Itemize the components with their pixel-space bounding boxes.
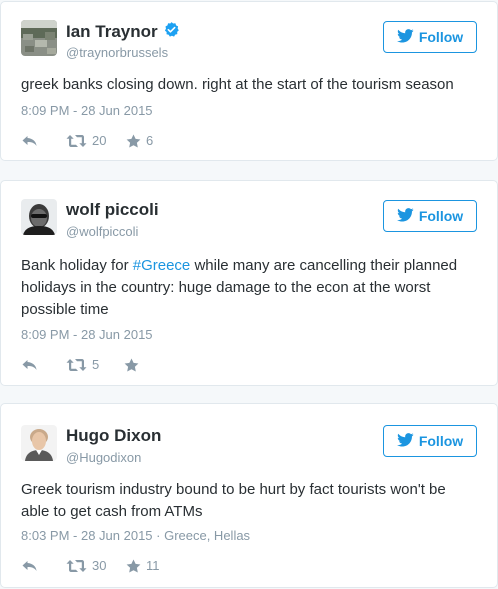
star-icon: [126, 134, 141, 148]
user-handle[interactable]: @wolfpiccoli: [66, 224, 138, 239]
retweet-icon: [66, 358, 87, 372]
user-name-text[interactable]: Hugo Dixon: [66, 426, 161, 446]
verified-badge-icon: [163, 21, 180, 43]
reply-icon: [21, 134, 38, 148]
avatar[interactable]: [21, 425, 57, 461]
avatar[interactable]: [21, 20, 57, 56]
tweet-timestamp[interactable]: 8:09 PM - 28 Jun 2015: [21, 103, 153, 118]
user-handle[interactable]: @Hugodixon: [66, 450, 141, 465]
tweet-text: greek banks closing down. right at the s…: [21, 76, 454, 93]
retweet-button[interactable]: 20: [66, 133, 126, 148]
star-icon: [126, 559, 141, 573]
user-name[interactable]: Hugo Dixon: [66, 426, 161, 446]
retweet-icon: [66, 134, 87, 148]
follow-label: Follow: [418, 29, 464, 45]
tweet-text-part: Bank holiday for: [21, 257, 133, 274]
user-name-text[interactable]: Ian Traynor: [66, 22, 158, 42]
follow-button[interactable]: Follow: [383, 21, 477, 53]
twitter-bird-icon: [396, 432, 414, 450]
star-icon: [124, 358, 139, 372]
favorite-count: 11: [146, 558, 160, 573]
reply-button[interactable]: [21, 358, 38, 372]
avatar[interactable]: [21, 199, 57, 235]
tweet-text: Bank holiday for #Greece while many are …: [21, 255, 477, 321]
user-name-text[interactable]: wolf piccoli: [66, 200, 159, 220]
tweet-card: Hugo Dixon @Hugodixon Follow Greek touri…: [0, 403, 498, 588]
reply-button[interactable]: [21, 134, 38, 148]
follow-label: Follow: [418, 433, 464, 449]
tweet-card: Ian Traynor @traynorbrussels Follow gree…: [0, 1, 498, 161]
tweet-actions: 30 11: [21, 558, 160, 573]
tweet-actions: 5: [21, 357, 144, 372]
favorite-count: 6: [146, 133, 154, 148]
tweet-timestamp[interactable]: 8:09 PM - 28 Jun 2015: [21, 327, 153, 342]
user-name[interactable]: Ian Traynor: [66, 21, 180, 43]
follow-button[interactable]: Follow: [383, 425, 477, 457]
tweet-timestamp[interactable]: 8:03 PM - 28 Jun 2015 · Greece, Hellas: [21, 528, 250, 543]
reply-icon: [21, 559, 38, 573]
reply-button[interactable]: [21, 559, 38, 573]
retweet-button[interactable]: 30: [66, 558, 126, 573]
twitter-bird-icon: [396, 207, 414, 225]
user-handle[interactable]: @traynorbrussels: [66, 45, 168, 60]
reply-icon: [21, 358, 38, 372]
user-name[interactable]: wolf piccoli: [66, 200, 159, 220]
follow-label: Follow: [418, 208, 464, 224]
favorite-button[interactable]: [124, 358, 144, 372]
retweet-count: 30: [92, 558, 107, 573]
follow-button[interactable]: Follow: [383, 200, 477, 232]
retweet-icon: [66, 559, 87, 573]
tweet-actions: 20 6: [21, 133, 153, 148]
favorite-button[interactable]: 6: [126, 133, 153, 148]
hashtag-link[interactable]: #Greece: [133, 257, 191, 274]
retweet-button[interactable]: 5: [66, 357, 124, 372]
retweet-count: 5: [92, 357, 100, 372]
tweet-text: Greek tourism industry bound to be hurt …: [21, 481, 446, 520]
tweet-card: wolf piccoli @wolfpiccoli Follow Bank ho…: [0, 180, 498, 386]
retweet-count: 20: [92, 133, 107, 148]
twitter-bird-icon: [396, 28, 414, 46]
favorite-button[interactable]: 11: [126, 558, 160, 573]
